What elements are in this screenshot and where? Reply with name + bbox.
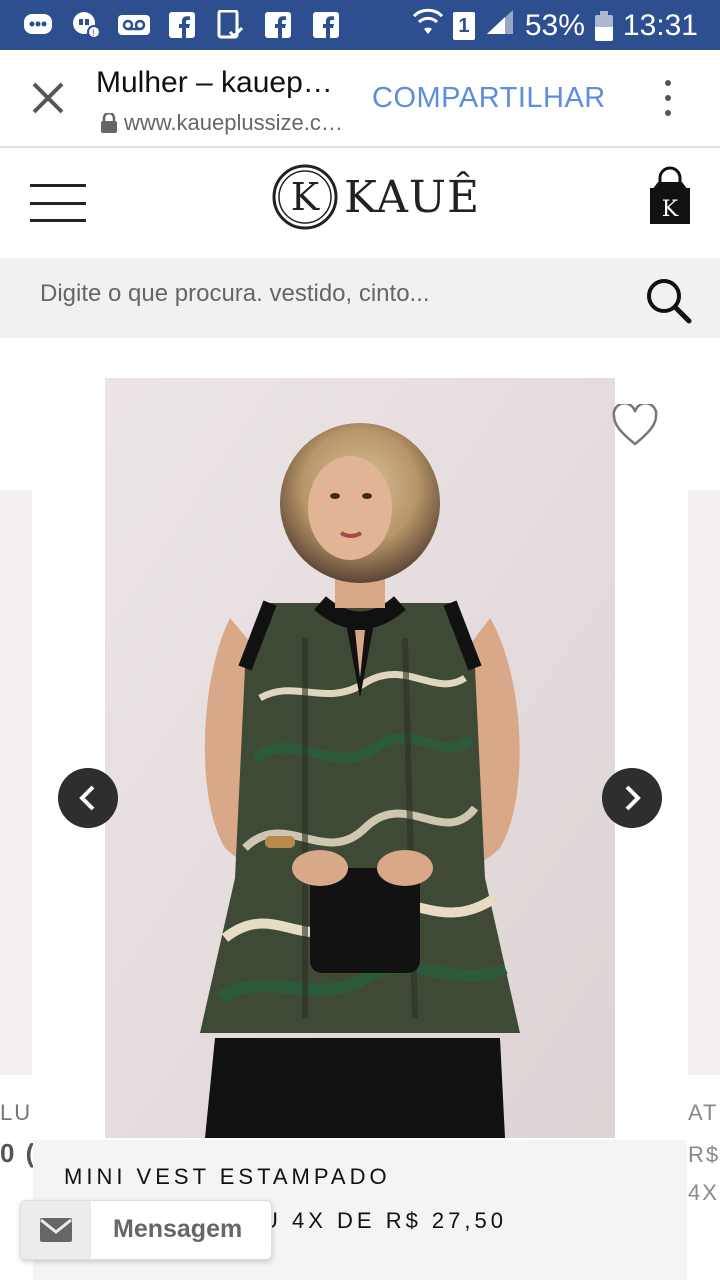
prev-product-name-fragment: LU <box>0 1100 33 1125</box>
facebook-icon <box>310 10 342 40</box>
site-logo[interactable]: K KAUÊ <box>272 164 480 230</box>
status-bar: ! 1 53% 13:31 <box>0 0 720 50</box>
notification-icons: ! <box>22 10 342 40</box>
browser-toolbar: Mulher – kauep… www.kaueplussize.c… COMP… <box>0 50 720 148</box>
search-bar[interactable]: Digite o que procura. vestido, cinto... <box>0 258 720 338</box>
sim-icon: 1 <box>452 12 475 40</box>
voicemail-icon <box>118 10 150 40</box>
system-status: 1 53% 13:31 <box>412 8 698 44</box>
signal-icon <box>485 8 515 44</box>
page-title: Mulher – kauep… <box>96 66 333 99</box>
shopping-bag-icon[interactable]: K <box>648 166 692 226</box>
phone-check-icon <box>214 10 246 40</box>
next-product-installment-fragment: 4X <box>688 1180 719 1205</box>
clock: 13:31 <box>622 9 698 42</box>
facebook-icon <box>166 10 198 40</box>
prev-product-price-fragment: 0 ( <box>0 1138 37 1168</box>
message-button-label: Mensagem <box>113 1215 243 1243</box>
menu-icon[interactable] <box>30 184 86 222</box>
more-options-icon[interactable] <box>662 80 674 116</box>
site-header: K KAUÊ K <box>0 148 720 258</box>
close-icon[interactable] <box>30 80 66 116</box>
product-image[interactable] <box>105 378 615 1138</box>
envelope-icon <box>21 1201 91 1259</box>
wifi-icon <box>412 8 443 44</box>
page-url: www.kaueplussize.c… <box>100 110 343 136</box>
chat-icon <box>22 10 54 40</box>
facebook-icon <box>262 10 294 40</box>
chevron-left-icon <box>79 785 95 811</box>
next-product-price-fragment: R$ <box>688 1142 720 1167</box>
carousel-prev-button[interactable] <box>58 768 118 828</box>
logo-mark-icon: K <box>272 164 338 230</box>
hangouts-icon: ! <box>70 10 102 40</box>
share-button[interactable]: COMPARTILHAR <box>372 82 606 115</box>
prev-product-card[interactable] <box>0 490 32 1075</box>
svg-text:!: ! <box>92 28 95 38</box>
carousel-next-button[interactable] <box>602 768 662 828</box>
search-input[interactable]: Digite o que procura. vestido, cinto... <box>40 280 430 308</box>
bag-letter: K <box>662 197 679 222</box>
product-installment-price: U 4X DE R$ 27,50 <box>262 1208 507 1233</box>
message-button[interactable]: Mensagem <box>20 1200 272 1260</box>
next-product-name-fragment: AT <box>688 1100 719 1125</box>
next-product-card[interactable] <box>688 490 720 1075</box>
logo-mark-letter: K <box>291 175 320 219</box>
sim-slot: 1 <box>458 14 470 37</box>
lock-icon <box>101 113 117 133</box>
favorite-heart-icon[interactable] <box>612 402 658 448</box>
url-text: www.kaueplussize.c… <box>124 110 343 135</box>
logo-text: KAUÊ <box>344 171 481 223</box>
chevron-right-icon <box>625 785 641 811</box>
search-icon[interactable] <box>644 276 692 324</box>
product-name[interactable]: MINI VEST ESTAMPADO <box>64 1164 391 1190</box>
battery-percent: 53% <box>524 9 585 42</box>
battery-icon <box>594 11 613 41</box>
